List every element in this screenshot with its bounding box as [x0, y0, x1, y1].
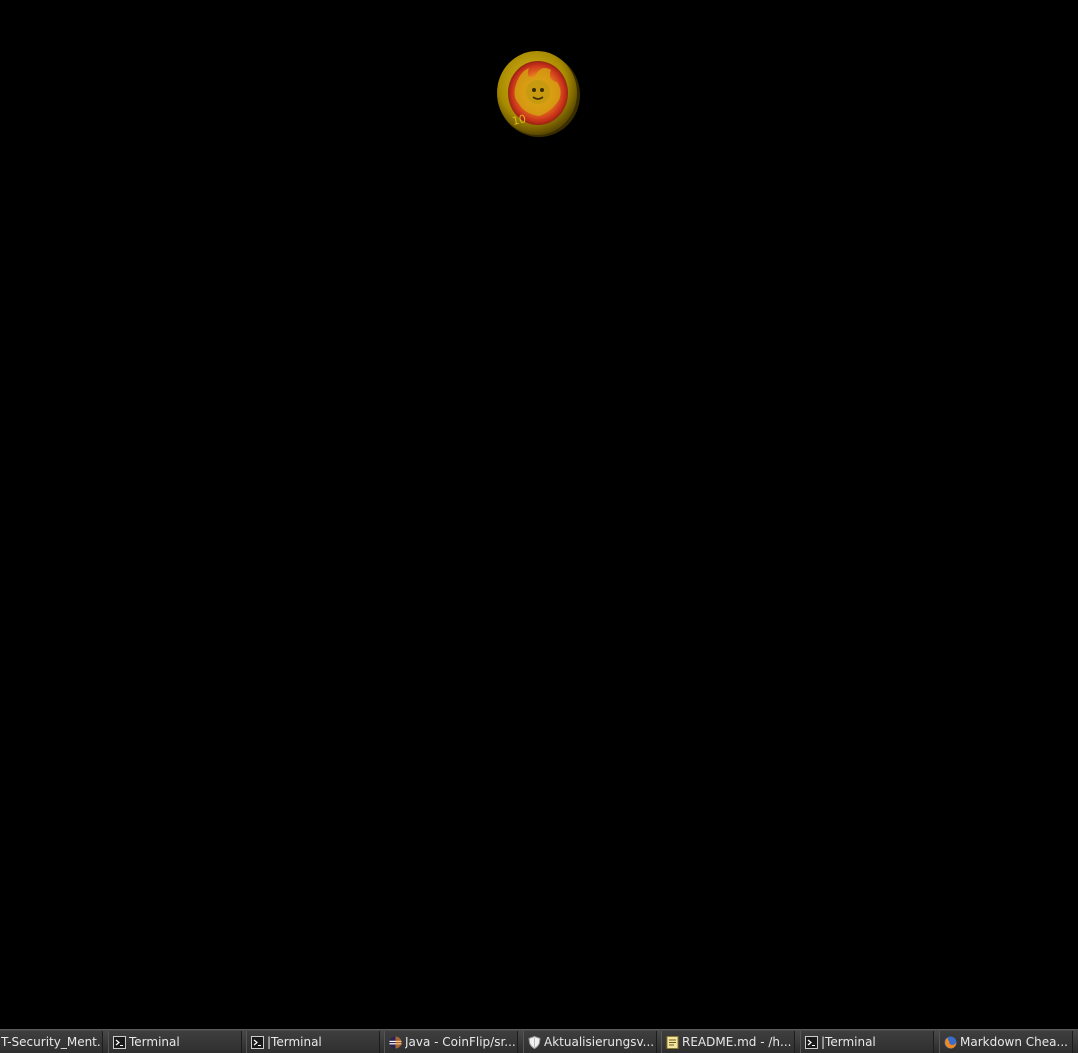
terminal-icon	[805, 1035, 818, 1049]
taskbar-item-update-manager[interactable]: Aktualisierungsv...	[523, 1031, 657, 1053]
eclipse-icon	[389, 1036, 402, 1048]
taskbar-item-eclipse-java[interactable]: Java - CoinFlip/sr...	[384, 1031, 518, 1053]
flaming-coin-icon[interactable]: 10	[495, 50, 581, 138]
taskbar: T-Security_Ment... Terminal |Terminal Ja…	[0, 1029, 1078, 1053]
taskbar-item-readme-editor[interactable]: README.md - /h...	[661, 1031, 795, 1053]
taskbar-item-label: Markdown Chea...	[960, 1035, 1068, 1049]
taskbar-item-terminal-2[interactable]: |Terminal	[246, 1031, 380, 1053]
taskbar-item-label: Java - CoinFlip/sr...	[405, 1035, 516, 1049]
text-editor-icon	[666, 1035, 679, 1049]
desktop-stage: 10	[0, 0, 1078, 1029]
taskbar-item-security-mentoring[interactable]: T-Security_Ment...	[0, 1031, 103, 1053]
taskbar-item-label: T-Security_Ment...	[1, 1035, 102, 1049]
taskbar-item-label: |Terminal	[821, 1035, 876, 1049]
firefox-icon	[944, 1036, 957, 1048]
taskbar-item-terminal-1[interactable]: Terminal	[108, 1031, 242, 1053]
shield-icon	[528, 1035, 541, 1049]
taskbar-item-terminal-3[interactable]: |Terminal	[800, 1031, 934, 1053]
taskbar-item-label: Terminal	[129, 1035, 180, 1049]
taskbar-item-firefox-markdown[interactable]: Markdown Chea...	[939, 1031, 1073, 1053]
taskbar-item-label: README.md - /h...	[682, 1035, 792, 1049]
taskbar-item-label: |Terminal	[267, 1035, 322, 1049]
taskbar-item-label: Aktualisierungsv...	[544, 1035, 655, 1049]
terminal-icon	[113, 1035, 126, 1049]
terminal-icon	[251, 1035, 264, 1049]
